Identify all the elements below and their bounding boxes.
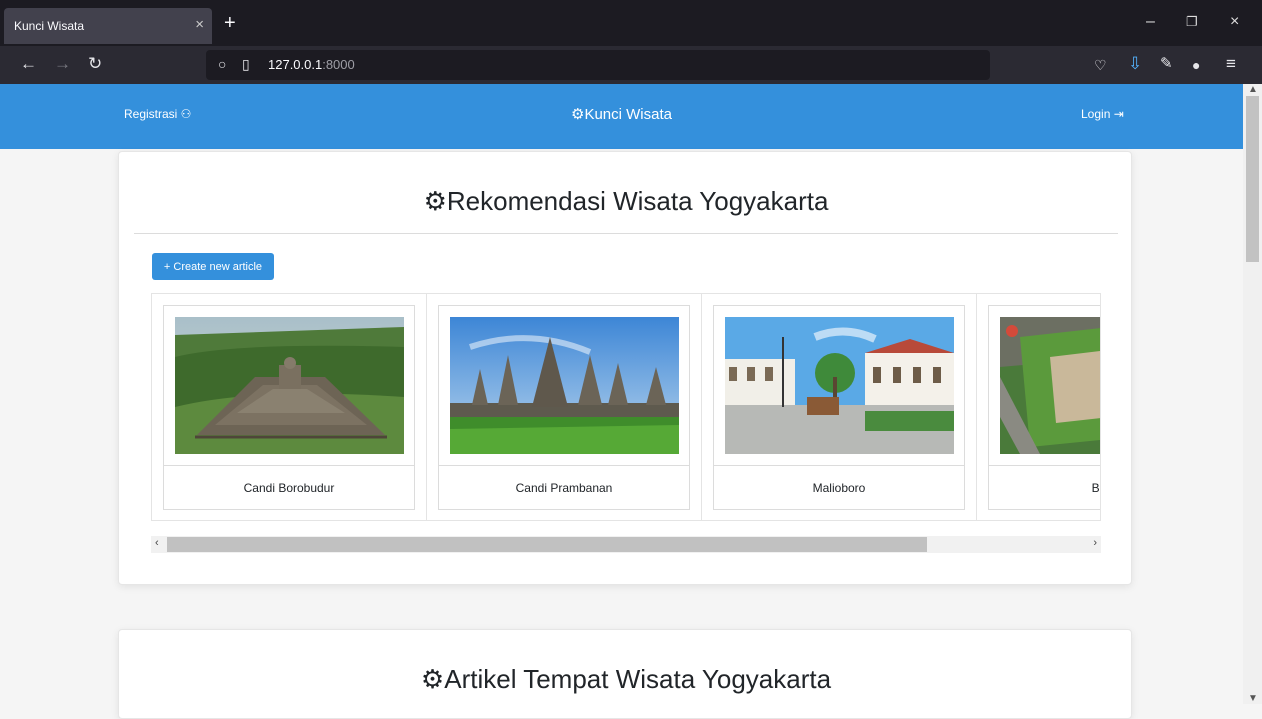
carousel-cell: Candi Prambanan <box>427 294 702 520</box>
destination-name: Malioboro <box>812 481 866 495</box>
carousel-cell: Candi Borobudur <box>152 294 427 520</box>
card-divider <box>989 465 1100 466</box>
malioboro-image <box>725 317 954 454</box>
forward-icon[interactable]: → <box>54 55 71 73</box>
carousel-cell: Benteng <box>977 294 1100 520</box>
tab-title: Kunci Wisata <box>14 19 85 33</box>
borobudur-image <box>175 317 404 454</box>
carousel-scrollbar-thumb[interactable] <box>167 537 927 552</box>
window-close-icon[interactable]: × <box>1230 13 1239 31</box>
tab-bar: Kunci Wisata × + – ❐ × <box>0 0 1262 46</box>
carousel-cell: Malioboro <box>702 294 977 520</box>
download-icon[interactable]: ⇩ <box>1128 55 1142 73</box>
tools-icon[interactable]: ✎ <box>1160 55 1173 73</box>
pocket-icon[interactable]: ♡ <box>1094 56 1107 74</box>
create-article-button[interactable]: + Create new article <box>152 253 274 280</box>
destination-card[interactable]: Candi Borobudur <box>163 305 415 510</box>
new-tab-icon[interactable]: + <box>224 13 236 33</box>
scroll-left-icon[interactable]: ‹ <box>155 537 159 549</box>
tab-close-icon[interactable]: × <box>195 17 204 33</box>
carousel-scrollbar[interactable]: ‹ › <box>151 536 1101 553</box>
minimize-icon[interactable]: – <box>1146 13 1155 31</box>
restore-icon[interactable]: ❐ <box>1186 13 1198 31</box>
card-divider <box>439 465 689 466</box>
shield-icon[interactable]: ○ <box>218 56 226 72</box>
login-link[interactable]: Login ⇥ <box>1081 107 1124 121</box>
article-section-title: ⚙Artikel Tempat Wisata Yogyakarta <box>420 664 832 694</box>
article-card: ⚙Artikel Tempat Wisata Yogyakarta <box>118 629 1132 719</box>
destination-card[interactable]: Malioboro <box>713 305 965 510</box>
back-icon[interactable]: ← <box>20 55 37 73</box>
prambanan-image <box>450 317 679 454</box>
page-scrollbar[interactable]: ▲ ▼ <box>1243 84 1262 704</box>
recommendation-card: ⚙Rekomendasi Wisata Yogyakarta + Create … <box>118 151 1132 585</box>
url-port: :8000 <box>322 57 355 72</box>
site-navbar: Registrasi ⚇ ⚙Kunci Wisata Login ⇥ <box>0 84 1243 149</box>
scroll-up-icon[interactable]: ▲ <box>1248 84 1258 95</box>
extension-icon[interactable]: ● <box>1192 56 1200 74</box>
destination-name: Benteng <box>1091 481 1100 495</box>
url-text[interactable]: 127.0.0.1:8000 <box>268 57 355 72</box>
recommendation-title: ⚙Rekomendasi Wisata Yogyakarta <box>423 186 829 216</box>
divider <box>134 233 1118 234</box>
destination-card[interactable]: Benteng <box>988 305 1100 510</box>
destination-name: Candi Prambanan <box>515 481 613 495</box>
brand-title[interactable]: ⚙Kunci Wisata <box>0 105 1243 123</box>
benteng-image <box>1000 317 1100 454</box>
card-divider <box>714 465 964 466</box>
destination-name: Candi Borobudur <box>243 481 335 495</box>
card-divider <box>164 465 414 466</box>
reload-icon[interactable]: ↻ <box>88 55 102 73</box>
destination-carousel[interactable]: Candi Borobudur Candi Prambanan Maliobor… <box>151 293 1101 521</box>
menu-icon[interactable]: ≡ <box>1226 55 1236 73</box>
scroll-down-icon[interactable]: ▼ <box>1248 693 1258 704</box>
page-scrollbar-thumb[interactable] <box>1246 96 1259 262</box>
url-host: 127.0.0.1 <box>268 57 323 72</box>
tab-kunci-wisata[interactable]: Kunci Wisata × <box>4 8 212 44</box>
destination-card[interactable]: Candi Prambanan <box>438 305 690 510</box>
page-icon: ▯ <box>242 56 250 72</box>
scroll-right-icon[interactable]: › <box>1093 537 1097 549</box>
